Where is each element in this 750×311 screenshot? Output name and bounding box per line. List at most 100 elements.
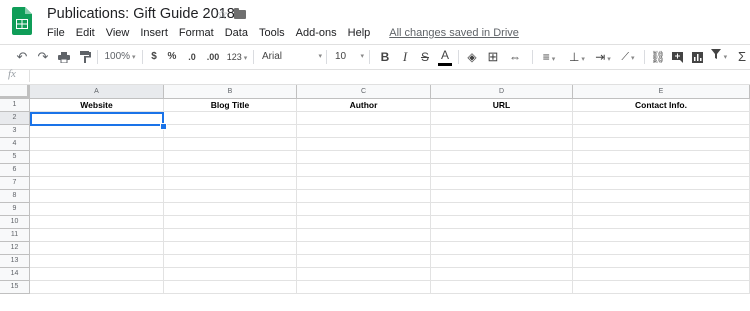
- column-header-c[interactable]: C: [297, 85, 431, 99]
- cell-d15[interactable]: [431, 281, 573, 294]
- cell-b6[interactable]: [164, 164, 297, 177]
- cell-c4[interactable]: [297, 138, 431, 151]
- cell-a15[interactable]: [30, 281, 164, 294]
- cell-c3[interactable]: [297, 125, 431, 138]
- cell-b9[interactable]: [164, 203, 297, 216]
- cell-c11[interactable]: [297, 229, 431, 242]
- merge-cells-icon[interactable]: ⇔: [506, 48, 524, 66]
- formula-input[interactable]: [31, 68, 746, 84]
- document-title[interactable]: Publications: Gift Guide 2018: [47, 6, 235, 22]
- cell-a1[interactable]: Website: [30, 99, 164, 112]
- menu-view[interactable]: View: [106, 27, 130, 41]
- row-header-12[interactable]: 12: [0, 242, 30, 255]
- font-family-select[interactable]: Arial ▾: [258, 48, 326, 66]
- cell-a9[interactable]: [30, 203, 164, 216]
- cell-b13[interactable]: [164, 255, 297, 268]
- sheets-logo-icon[interactable]: [12, 7, 32, 35]
- bold-button[interactable]: B: [378, 48, 392, 66]
- cell-a4[interactable]: [30, 138, 164, 151]
- cell-a11[interactable]: [30, 229, 164, 242]
- cell-b15[interactable]: [164, 281, 297, 294]
- cell-d2[interactable]: [431, 112, 573, 125]
- cell-c12[interactable]: [297, 242, 431, 255]
- row-header-3[interactable]: 3: [0, 125, 30, 138]
- insert-chart-icon[interactable]: [690, 48, 704, 66]
- cell-a7[interactable]: [30, 177, 164, 190]
- cell-e15[interactable]: [573, 281, 750, 294]
- cell-d6[interactable]: [431, 164, 573, 177]
- cell-d11[interactable]: [431, 229, 573, 242]
- cell-c10[interactable]: [297, 216, 431, 229]
- cell-b14[interactable]: [164, 268, 297, 281]
- row-header-14[interactable]: 14: [0, 268, 30, 281]
- row-header-6[interactable]: 6: [0, 164, 30, 177]
- cell-b1[interactable]: Blog Title: [164, 99, 297, 112]
- menu-insert[interactable]: Insert: [140, 27, 168, 41]
- cell-e1[interactable]: Contact Info.: [573, 99, 750, 112]
- row-header-4[interactable]: 4: [0, 138, 30, 151]
- paint-format-icon[interactable]: [77, 48, 93, 66]
- text-rotation-icon[interactable]: ⟋: [617, 48, 639, 66]
- row-header-13[interactable]: 13: [0, 255, 30, 268]
- cell-c5[interactable]: [297, 151, 431, 164]
- cell-c1[interactable]: Author: [297, 99, 431, 112]
- more-formats-select[interactable]: 123: [225, 48, 249, 66]
- column-header-e[interactable]: E: [573, 85, 750, 99]
- cell-d4[interactable]: [431, 138, 573, 151]
- menu-format[interactable]: Format: [179, 27, 214, 41]
- menu-addons[interactable]: Add-ons: [296, 27, 337, 41]
- cell-b10[interactable]: [164, 216, 297, 229]
- print-icon[interactable]: [56, 48, 72, 66]
- column-header-a[interactable]: A: [30, 85, 164, 99]
- cell-b5[interactable]: [164, 151, 297, 164]
- cell-e8[interactable]: [573, 190, 750, 203]
- currency-format-button[interactable]: $: [148, 48, 160, 66]
- menu-edit[interactable]: Edit: [76, 27, 95, 41]
- cell-c2[interactable]: [297, 112, 431, 125]
- filter-icon[interactable]: [708, 48, 730, 66]
- cell-b3[interactable]: [164, 125, 297, 138]
- row-header-9[interactable]: 9: [0, 203, 30, 216]
- cell-e11[interactable]: [573, 229, 750, 242]
- cell-d5[interactable]: [431, 151, 573, 164]
- zoom-select[interactable]: 100%: [102, 48, 138, 66]
- text-wrap-icon[interactable]: ⇥: [592, 48, 614, 66]
- cell-e3[interactable]: [573, 125, 750, 138]
- cell-d10[interactable]: [431, 216, 573, 229]
- cell-c6[interactable]: [297, 164, 431, 177]
- cell-d7[interactable]: [431, 177, 573, 190]
- horizontal-align-icon[interactable]: ≡: [538, 48, 560, 66]
- menu-data[interactable]: Data: [225, 27, 248, 41]
- borders-icon[interactable]: ⊞: [485, 48, 501, 66]
- cell-d3[interactable]: [431, 125, 573, 138]
- percent-format-button[interactable]: %: [166, 48, 178, 66]
- cell-a14[interactable]: [30, 268, 164, 281]
- cell-c15[interactable]: [297, 281, 431, 294]
- italic-button[interactable]: I: [398, 48, 412, 66]
- undo-icon[interactable]: ↶: [14, 48, 30, 66]
- row-header-11[interactable]: 11: [0, 229, 30, 242]
- cell-a12[interactable]: [30, 242, 164, 255]
- row-header-5[interactable]: 5: [0, 151, 30, 164]
- functions-sigma-icon[interactable]: Σ: [736, 48, 748, 66]
- cell-a13[interactable]: [30, 255, 164, 268]
- menu-file[interactable]: File: [47, 27, 65, 41]
- cell-a8[interactable]: [30, 190, 164, 203]
- cell-d1[interactable]: URL: [431, 99, 573, 112]
- cell-b2[interactable]: [164, 112, 297, 125]
- redo-icon[interactable]: ↷: [35, 48, 51, 66]
- cell-e9[interactable]: [573, 203, 750, 216]
- insert-link-icon[interactable]: ⛓: [650, 48, 666, 66]
- text-color-button[interactable]: A: [438, 48, 452, 66]
- cell-c13[interactable]: [297, 255, 431, 268]
- fill-handle[interactable]: [160, 123, 167, 130]
- cell-b7[interactable]: [164, 177, 297, 190]
- cell-b11[interactable]: [164, 229, 297, 242]
- row-header-1[interactable]: 1: [0, 99, 30, 112]
- row-header-2[interactable]: 2: [0, 112, 30, 125]
- row-header-8[interactable]: 8: [0, 190, 30, 203]
- cell-d12[interactable]: [431, 242, 573, 255]
- cell-d14[interactable]: [431, 268, 573, 281]
- column-header-d[interactable]: D: [431, 85, 573, 99]
- select-all-corner[interactable]: [0, 85, 30, 99]
